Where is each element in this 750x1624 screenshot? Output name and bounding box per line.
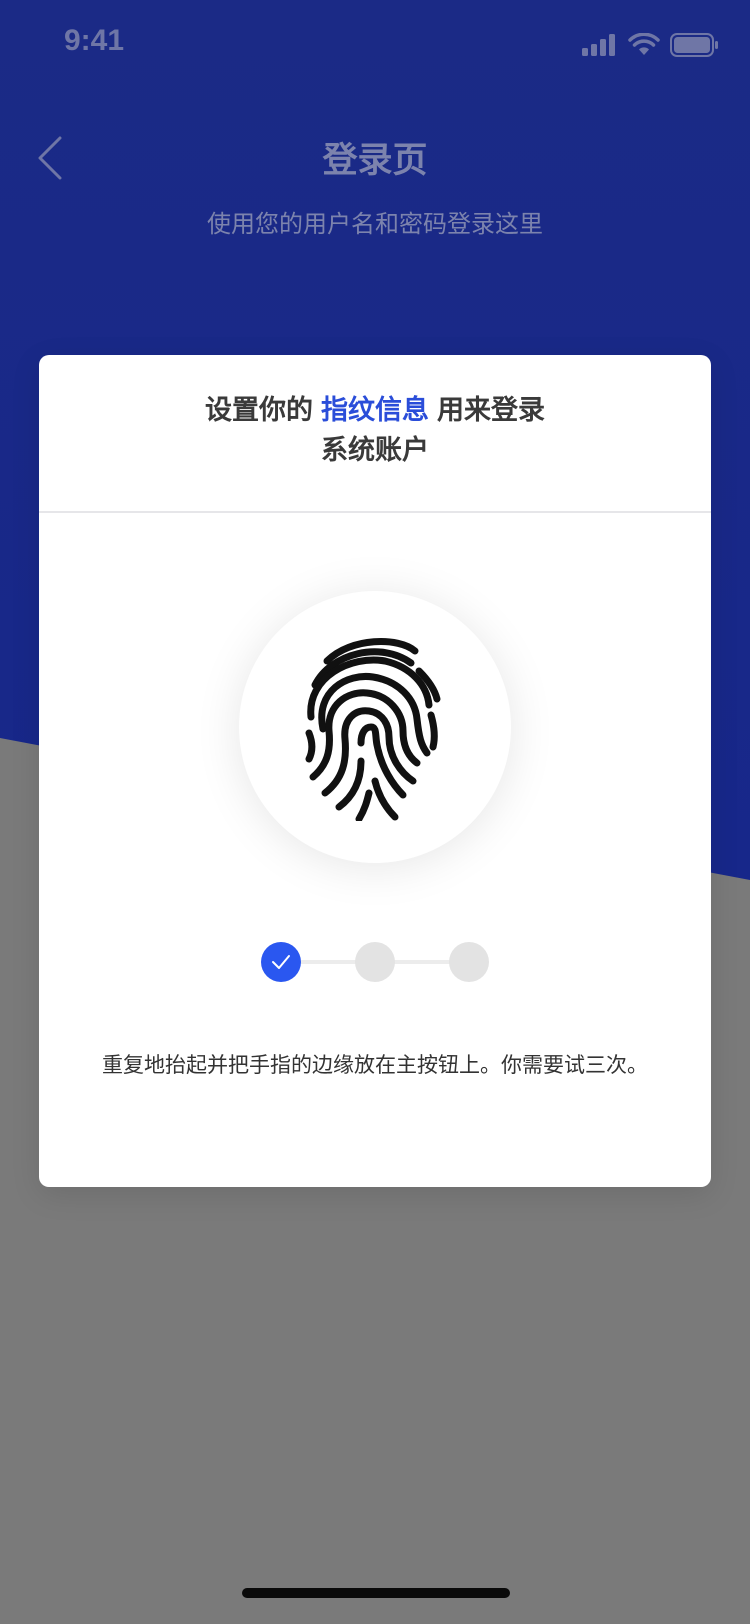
- card-heading: 设置你的 指纹信息 用来登录 系统账户: [39, 391, 711, 471]
- battery-icon: [670, 33, 718, 57]
- home-indicator[interactable]: [242, 1588, 510, 1598]
- status-icons: [582, 32, 718, 58]
- page-subtitle: 使用您的用户名和密码登录这里: [207, 210, 543, 238]
- heading-prefix: 设置你的: [205, 395, 313, 426]
- status-bar: 9:41: [0, 0, 750, 90]
- fingerprint-setup-screen: 9:41 登录页 使用您的用户名和密码登录这里 设置你的 指纹信息 用来登录 系…: [0, 0, 750, 1624]
- scan-progress: [261, 940, 491, 984]
- page-title: 登录页: [322, 141, 428, 181]
- instruction-text: 重复地抬起并把手指的边缘放在主按钮上。你需要试三次。: [102, 1053, 648, 1077]
- signal-icon: [582, 34, 615, 56]
- fingerprint-icon: [305, 638, 441, 821]
- heading-suffix: 用来登录: [437, 395, 545, 426]
- check-icon: [272, 955, 290, 969]
- heading-line-2: 系统账户: [321, 435, 429, 466]
- fingerprint-sensor[interactable]: [239, 591, 511, 863]
- divider: [39, 511, 711, 513]
- status-time: 9:41: [64, 24, 125, 57]
- wifi-icon: [628, 33, 660, 55]
- heading-highlight: 指纹信息: [321, 395, 429, 426]
- step-3-pending: [449, 942, 489, 982]
- fingerprint-setup-card: 设置你的 指纹信息 用来登录 系统账户 重复地抬起并把手指的边缘放在主按钮上。你…: [39, 355, 711, 1187]
- step-1-complete: [261, 942, 301, 982]
- step-2-pending: [355, 942, 395, 982]
